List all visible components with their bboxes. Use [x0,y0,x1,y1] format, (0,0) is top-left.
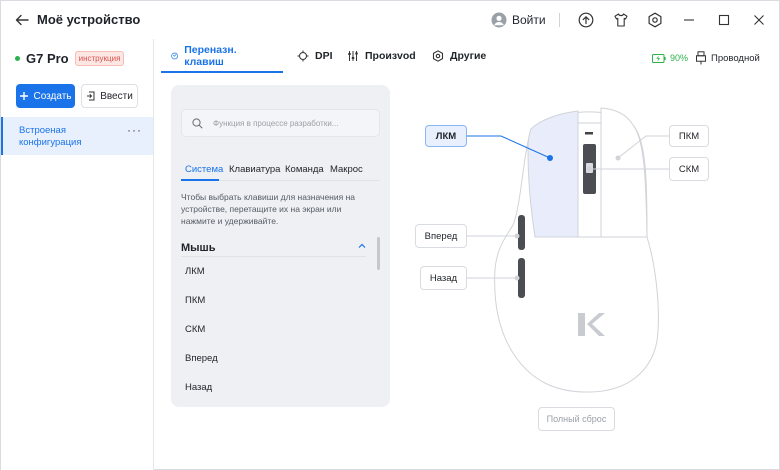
app-window: Моё устройство Войти G7 Pro инструкция С… [0,0,780,470]
plus-icon [20,92,29,100]
tab-other-label: Другие [450,50,487,62]
active-subtab-indicator [181,179,219,181]
tab-performance-label: Произvod [365,50,416,62]
function-item-skm[interactable]: СКМ [185,324,205,335]
callout-forward[interactable]: Вперед [415,224,467,248]
config-item-builtin[interactable]: Встроеная конфигурация ··· [1,117,153,155]
left-button-area[interactable] [527,110,579,238]
battery-status: 90% [652,53,688,63]
config-item-label: Встроеная конфигурация [19,125,82,148]
tshirt-icon [614,13,628,27]
config-more-button[interactable]: ··· [127,123,142,137]
tab-performance[interactable]: Произvod [347,39,416,73]
hexagon-gear-icon [648,12,662,28]
minimize-button[interactable] [680,11,698,29]
settings-icon [432,50,444,62]
mouse-section-header[interactable]: Мышь [181,239,366,257]
battery-level: 90% [670,53,689,63]
tab-other[interactable]: Другие [432,39,486,73]
title-bar: Моё устройство Войти [1,1,780,39]
subtab-macro[interactable]: Макрос [330,164,363,175]
import-config-button[interactable]: Ввести [81,84,138,108]
function-category-tabs: Система Клавиатура Команда Макрос [181,161,380,181]
full-reset-button[interactable]: Полный сброс [538,407,615,431]
list-scrollbar[interactable] [377,237,380,270]
skin-button[interactable] [612,11,630,29]
sidebar: G7 Pro инструкция Создать Ввести Встроен… [1,39,154,470]
active-tab-indicator [161,71,283,73]
create-config-button[interactable]: Создать [16,84,75,108]
callout-lkm[interactable]: ЛКМ [425,125,467,147]
login-button[interactable]: Войти [491,10,546,30]
search-input[interactable] [213,118,363,128]
back-point [514,275,520,281]
arrow-left-icon [15,14,29,26]
firmware-update-button[interactable] [577,11,595,29]
import-label: Ввести [100,90,133,102]
minimize-icon [684,19,694,21]
login-label: Войти [512,13,546,27]
function-item-forward[interactable]: Вперед [185,353,218,364]
function-item-pkm[interactable]: ПКМ [185,295,205,306]
chevron-up-icon [358,243,366,248]
back-button[interactable] [13,11,31,29]
tab-dpi-label: DPI [315,50,333,62]
tab-remap-label: Переназн. клавиш [184,44,237,68]
lkm-point [547,155,553,161]
drag-hint: Чтобы выбрать клавиши для назначения на … [181,192,355,226]
connection-status: Проводной [695,51,760,65]
function-item-back[interactable]: Назад [185,382,212,393]
upload-circle-icon [578,12,594,28]
close-icon [754,15,764,25]
window-title: Моё устройство [37,12,141,27]
subtab-command[interactable]: Команда [285,164,324,175]
key-function-panel: Система Клавиатура Команда Макрос Чтобы … [171,85,390,407]
callout-skm[interactable]: СКМ [669,157,709,181]
remap-icon [171,52,178,60]
callout-pkm[interactable]: ПКМ [669,125,709,147]
tab-dpi[interactable]: DPI [297,39,333,73]
device-header: G7 Pro инструкция [15,51,125,66]
tab-remap[interactable]: Переназн. клавиш [171,39,241,73]
pkm-point [615,155,621,161]
forward-point [514,233,520,239]
subtab-keyboard[interactable]: Клавиатура [229,164,280,175]
search-icon [192,117,203,129]
usb-cable-icon [696,51,706,65]
function-item-lkm[interactable]: ЛКМ [185,266,205,277]
user-avatar-icon [491,12,507,28]
import-icon [87,91,95,101]
skm-point [586,166,592,172]
manual-badge[interactable]: инструкция [74,51,125,66]
callout-back[interactable]: Назад [420,266,467,290]
maximize-icon [718,14,730,26]
online-status-dot [15,56,20,61]
battery-charging-icon [652,53,666,63]
right-button-area[interactable] [600,107,648,238]
sliders-icon [348,51,358,61]
crosshair-icon [297,50,309,62]
dpi-button[interactable] [585,132,593,135]
subtab-system[interactable]: Система [185,164,223,175]
create-label: Создать [33,90,72,102]
title-separator [559,13,560,27]
mouse-section-title: Мышь [181,242,216,254]
maximize-button[interactable] [715,11,733,29]
connection-label: Проводной [711,52,760,64]
device-name: G7 Pro [26,51,69,66]
close-button[interactable] [750,11,768,29]
function-search[interactable] [181,109,380,137]
settings-button[interactable] [646,11,664,29]
forward-side-button[interactable] [518,215,525,250]
